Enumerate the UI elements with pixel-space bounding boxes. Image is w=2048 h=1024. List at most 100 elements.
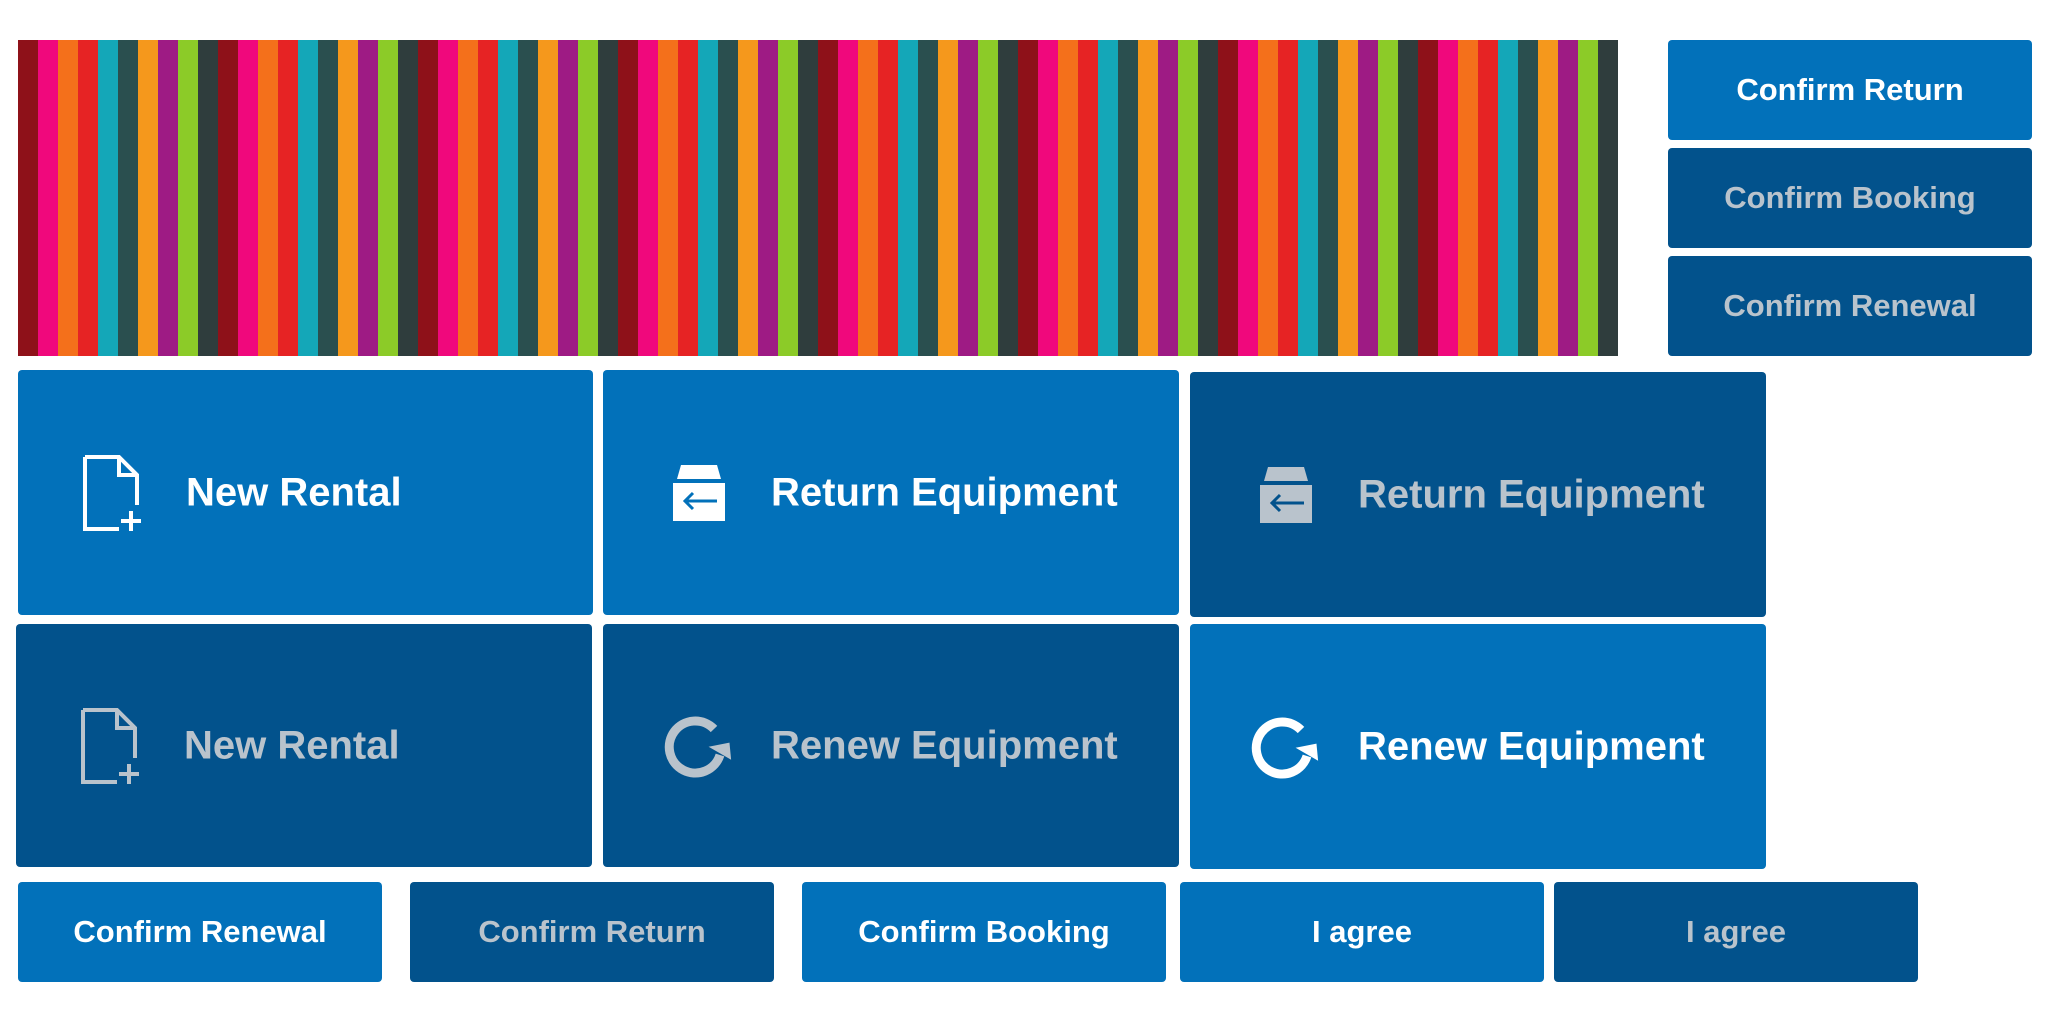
renew-equipment-tile[interactable]: Renew Equipment bbox=[1190, 624, 1766, 869]
i-agree-button-disabled[interactable]: I agree bbox=[1554, 882, 1918, 982]
stripe bbox=[758, 40, 778, 356]
tile-label: New Rental bbox=[186, 470, 402, 514]
i-agree-button[interactable]: I agree bbox=[1180, 882, 1544, 982]
tile-label: Renew Equipment bbox=[771, 723, 1118, 767]
stripe bbox=[238, 40, 258, 356]
confirm-renewal-button-bottom[interactable]: Confirm Renewal bbox=[18, 882, 382, 982]
tile-label: Renew Equipment bbox=[1358, 724, 1705, 768]
tile-label: New Rental bbox=[184, 723, 400, 767]
stripe bbox=[638, 40, 658, 356]
stripe bbox=[178, 40, 198, 356]
confirm-booking-button[interactable]: Confirm Booking bbox=[1668, 148, 2032, 248]
return-box-icon bbox=[659, 453, 739, 533]
stripe bbox=[678, 40, 698, 356]
stripe bbox=[1038, 40, 1058, 356]
renew-arrow-icon bbox=[659, 706, 739, 786]
stripe bbox=[1098, 40, 1118, 356]
stripe bbox=[538, 40, 558, 356]
button-label: Confirm Booking bbox=[858, 914, 1110, 949]
stripe bbox=[1518, 40, 1538, 356]
color-stripe-banner bbox=[18, 40, 1618, 356]
tile-label: Return Equipment bbox=[1358, 472, 1705, 516]
stripe bbox=[358, 40, 378, 356]
stripe bbox=[1198, 40, 1218, 356]
stripe bbox=[1078, 40, 1098, 356]
stripe bbox=[158, 40, 178, 356]
stripe bbox=[1598, 40, 1618, 356]
stripe bbox=[1138, 40, 1158, 356]
stripe bbox=[1558, 40, 1578, 356]
stripe bbox=[1418, 40, 1438, 356]
stripe bbox=[418, 40, 438, 356]
stripe bbox=[1158, 40, 1178, 356]
stripe bbox=[578, 40, 598, 356]
new-document-icon bbox=[72, 706, 152, 786]
stripe bbox=[498, 40, 518, 356]
stripe bbox=[1298, 40, 1318, 356]
stripe bbox=[58, 40, 78, 356]
stripe bbox=[718, 40, 738, 356]
stripe bbox=[1538, 40, 1558, 356]
stripe bbox=[138, 40, 158, 356]
stripe bbox=[398, 40, 418, 356]
button-label: Confirm Renewal bbox=[1723, 288, 1977, 323]
stripe bbox=[218, 40, 238, 356]
return-equipment-tile[interactable]: Return Equipment bbox=[603, 370, 1179, 615]
button-label: Confirm Return bbox=[478, 914, 706, 949]
stripe bbox=[1358, 40, 1378, 356]
stripe bbox=[698, 40, 718, 356]
stripe bbox=[1578, 40, 1598, 356]
stripe bbox=[378, 40, 398, 356]
new-rental-tile-disabled[interactable]: New Rental bbox=[16, 624, 592, 867]
stripe bbox=[38, 40, 58, 356]
renew-arrow-icon bbox=[1246, 707, 1326, 787]
stripe bbox=[878, 40, 898, 356]
confirm-return-button[interactable]: Confirm Return bbox=[1668, 40, 2032, 140]
stripe bbox=[818, 40, 838, 356]
stripe bbox=[1218, 40, 1238, 356]
new-document-icon bbox=[74, 453, 154, 533]
stripe bbox=[278, 40, 298, 356]
stripe bbox=[118, 40, 138, 356]
stripe bbox=[738, 40, 758, 356]
button-label: Confirm Booking bbox=[1724, 180, 1976, 215]
stripe bbox=[18, 40, 38, 356]
stripe bbox=[618, 40, 638, 356]
stripe bbox=[958, 40, 978, 356]
button-label: I agree bbox=[1312, 914, 1412, 949]
stripe bbox=[558, 40, 578, 356]
confirm-return-button-bottom[interactable]: Confirm Return bbox=[410, 882, 774, 982]
stripe bbox=[98, 40, 118, 356]
new-rental-tile[interactable]: New Rental bbox=[18, 370, 593, 615]
stripe bbox=[1398, 40, 1418, 356]
stripe bbox=[1178, 40, 1198, 356]
stripe bbox=[838, 40, 858, 356]
renew-equipment-tile-disabled[interactable]: Renew Equipment bbox=[603, 624, 1179, 867]
confirm-booking-button-bottom[interactable]: Confirm Booking bbox=[802, 882, 1166, 982]
stripe bbox=[1478, 40, 1498, 356]
return-equipment-tile-disabled[interactable]: Return Equipment bbox=[1190, 372, 1766, 617]
stripe bbox=[1258, 40, 1278, 356]
button-label: Confirm Return bbox=[1736, 72, 1964, 107]
stripe bbox=[1058, 40, 1078, 356]
stripe bbox=[858, 40, 878, 356]
button-label: I agree bbox=[1686, 914, 1786, 949]
stripe bbox=[1378, 40, 1398, 356]
stripe bbox=[658, 40, 678, 356]
stripe bbox=[1438, 40, 1458, 356]
tile-label: Return Equipment bbox=[771, 470, 1118, 514]
stripe bbox=[78, 40, 98, 356]
stripe bbox=[938, 40, 958, 356]
stripe bbox=[898, 40, 918, 356]
stripe bbox=[1318, 40, 1338, 356]
stripe bbox=[1238, 40, 1258, 356]
stripe bbox=[778, 40, 798, 356]
stripe bbox=[258, 40, 278, 356]
stripe bbox=[798, 40, 818, 356]
stripe bbox=[438, 40, 458, 356]
stripe bbox=[1118, 40, 1138, 356]
stripe bbox=[1338, 40, 1358, 356]
confirm-renewal-button[interactable]: Confirm Renewal bbox=[1668, 256, 2032, 356]
stripe bbox=[1498, 40, 1518, 356]
stripe bbox=[1018, 40, 1038, 356]
